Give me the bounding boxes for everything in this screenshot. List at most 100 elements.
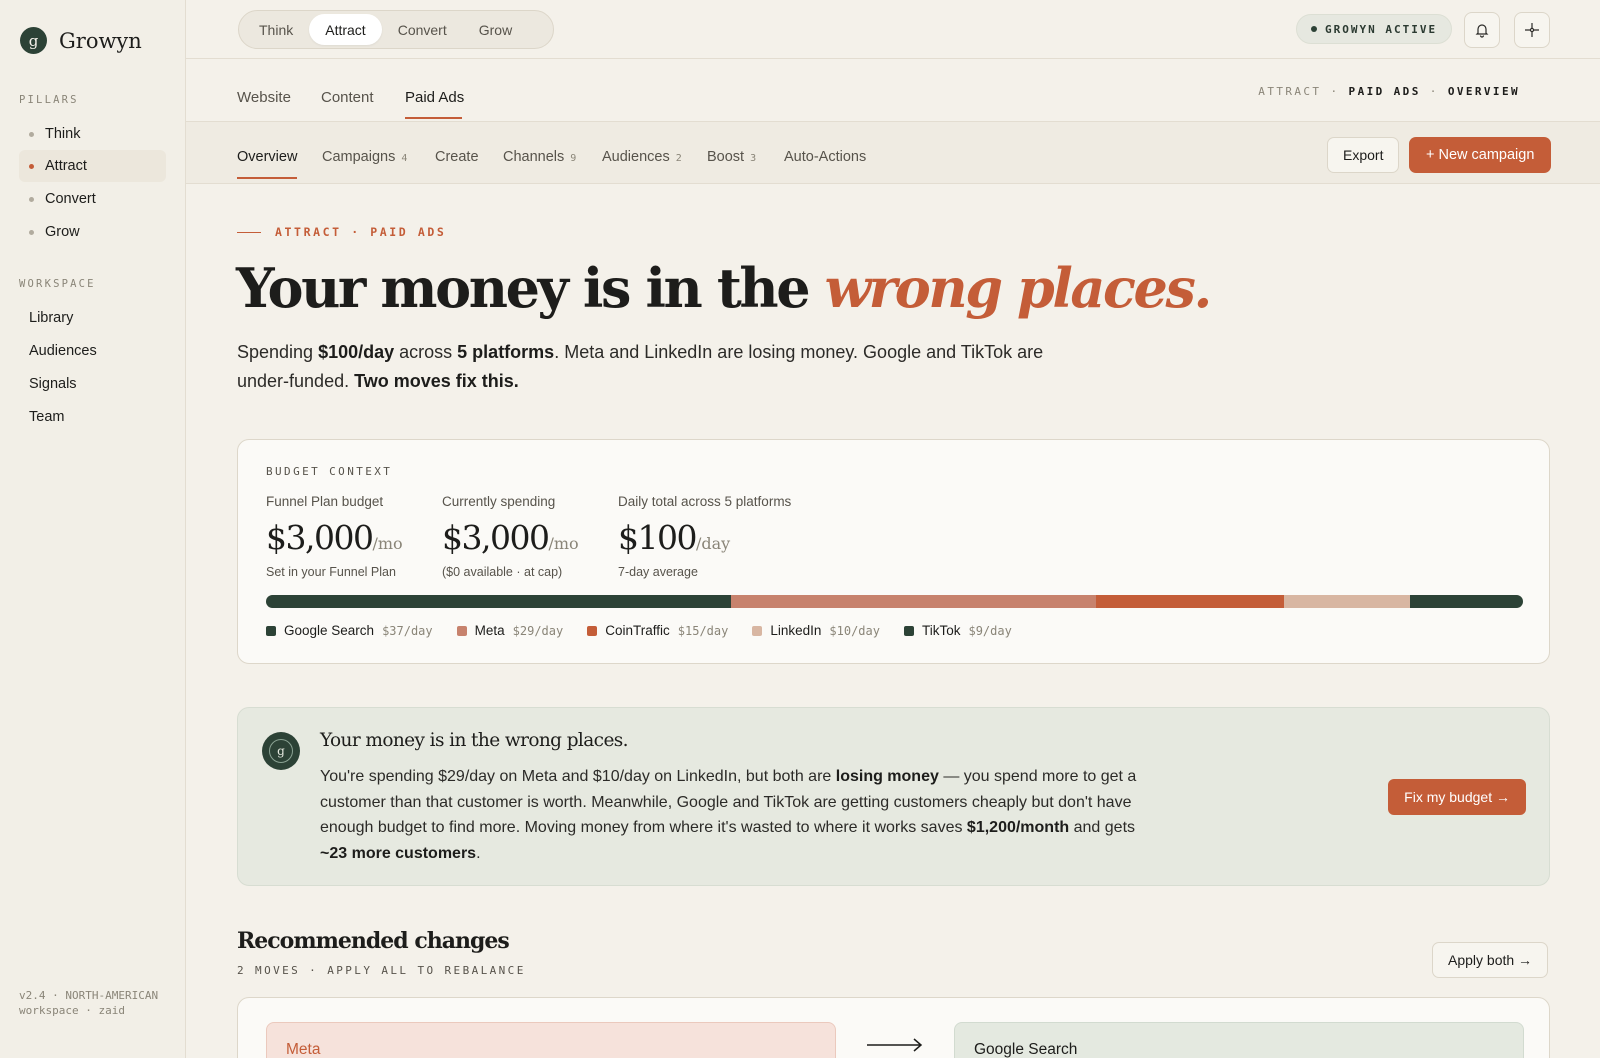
apply-both-button[interactable]: Apply both →: [1432, 942, 1549, 978]
stat-caption: Set in your Funnel Plan: [266, 565, 396, 579]
legend-amount: $10/day: [829, 623, 880, 638]
sidebar-item-attract[interactable]: Attract: [19, 150, 166, 182]
status-dot-icon: [1311, 26, 1317, 32]
status-badge: GROWYN ACTIVE: [1296, 14, 1453, 44]
stat-label: Daily total across 5 platforms: [618, 494, 792, 509]
bullet-icon: [29, 131, 34, 137]
tab-website[interactable]: Website: [237, 89, 291, 106]
tab-paid-ads[interactable]: Paid Ads: [405, 89, 464, 106]
legend-google-search: Google Search $37/day: [266, 623, 433, 638]
assistant-button[interactable]: [1514, 12, 1550, 48]
legend-linkedin: LinkedIn $10/day: [752, 623, 880, 638]
insight-text: .: [476, 844, 481, 862]
bar-segment-cointraffic: [1095, 595, 1285, 608]
stat-value: $100/day: [618, 518, 791, 557]
stat-label: Funnel Plan budget: [266, 494, 384, 509]
legend-name: TikTok: [921, 623, 961, 638]
sidebar-item-library[interactable]: Library: [19, 302, 166, 334]
headline-accent: wrong places.: [824, 256, 1213, 320]
tab-label: Campaigns: [322, 149, 396, 165]
legend-meta: Meta $29/day: [456, 623, 563, 638]
breadcrumb-attract[interactable]: ATTRACT: [1258, 85, 1321, 98]
arrow-right-icon: [867, 1038, 923, 1052]
bell-icon: [1475, 24, 1489, 38]
sidebar-item-audiences[interactable]: Audiences: [19, 335, 166, 367]
tab-auto-actions[interactable]: Auto-Actions: [784, 149, 866, 165]
tab-campaigns[interactable]: Campaigns 4: [322, 149, 407, 165]
page-title: Your money is in the wrong places.: [236, 256, 1213, 320]
sidebar-item-think[interactable]: Think: [19, 118, 166, 150]
sidebar-item-signals[interactable]: Signals: [19, 368, 166, 400]
sidebar-item-label: Attract: [45, 158, 87, 174]
segment-attract[interactable]: Attract: [309, 14, 382, 45]
stat-amount: $3,000: [266, 518, 374, 557]
active-subtab-indicator: [237, 177, 297, 179]
section-tabs: Website Content Paid Ads ATTRACT · PAID …: [186, 59, 1600, 122]
page-eyebrow: ATTRACT · PAID ADS: [237, 225, 446, 239]
summary-conclusion: Two moves fix this.: [354, 371, 519, 391]
pillars-section-label: PILLARS: [19, 94, 79, 106]
insight-savings: $1,200/month: [966, 819, 1070, 836]
brand-name: Growyn: [59, 28, 142, 53]
recommended-title: Recommended changes: [237, 928, 510, 954]
legend-swatch: [266, 625, 276, 636]
legend-amount: $9/day: [968, 623, 1012, 638]
sidebar-item-team[interactable]: Team: [19, 401, 166, 433]
breadcrumb-paid-ads[interactable]: PAID ADS: [1349, 85, 1421, 98]
summary-text: across: [394, 342, 458, 362]
tab-label: Audiences: [602, 149, 670, 165]
stat-unit: /day: [695, 534, 731, 553]
stat-label: Currently spending: [442, 494, 556, 509]
insight-text: You're spending $29/day on Meta and $10/…: [320, 768, 836, 785]
stat-current-spend: Currently spending $3,000/mo ($0 availab…: [442, 494, 579, 579]
move-source[interactable]: Meta: [266, 1022, 836, 1058]
tab-content[interactable]: Content: [321, 89, 374, 106]
legend-amount: $15/day: [677, 623, 729, 638]
sidebar-item-convert[interactable]: Convert: [19, 183, 166, 215]
segment-think[interactable]: Think: [243, 14, 309, 45]
budget-legend: Google Search $37/day Meta $29/day CoinTra…: [266, 623, 1012, 638]
bullet-icon: [29, 196, 34, 202]
fix-budget-button[interactable]: Fix my budget →: [1388, 779, 1526, 815]
brand-logo-icon: g: [269, 739, 293, 763]
legend-amount: $37/day: [382, 623, 433, 638]
breadcrumb-overview: OVERVIEW: [1447, 85, 1520, 98]
pillar-switcher: Think Attract Convert Grow: [238, 10, 554, 49]
stat-unit: /mo: [548, 534, 579, 553]
new-campaign-button[interactable]: + New campaign: [1409, 137, 1552, 173]
eyebrow-rule: [237, 231, 261, 233]
tab-create[interactable]: Create: [435, 149, 479, 165]
segment-grow[interactable]: Grow: [463, 14, 528, 45]
bar-segment-meta: [731, 595, 1096, 608]
recommendation-card: Meta Google Search: [237, 997, 1550, 1058]
tab-count: 2: [675, 153, 682, 164]
segment-convert[interactable]: Convert: [382, 14, 463, 45]
stat-funnel-budget: Funnel Plan budget $3,000/mo Set in your…: [266, 494, 403, 579]
legend-name: LinkedIn: [770, 623, 822, 638]
sidebar-item-grow[interactable]: Grow: [19, 216, 166, 248]
eyebrow-text: ATTRACT · PAID ADS: [275, 225, 447, 239]
status-text: GROWYN ACTIVE: [1325, 22, 1438, 36]
sidebar-item-label: Think: [45, 126, 81, 142]
tab-label: Create: [435, 149, 479, 165]
export-button[interactable]: Export: [1327, 137, 1400, 173]
stat-caption: 7-day average: [618, 565, 698, 579]
brand[interactable]: g Growyn: [20, 27, 142, 54]
tab-overview[interactable]: Overview: [237, 149, 297, 165]
move-target-label: Google Search: [974, 1041, 1078, 1058]
legend-name: Google Search: [284, 623, 375, 638]
insight-customers: ~23 more customers: [320, 844, 477, 862]
notifications-button[interactable]: [1464, 12, 1500, 48]
insight-body: You're spending $29/day on Meta and $10/…: [320, 764, 1155, 866]
tab-channels[interactable]: Channels 9: [503, 149, 576, 165]
bar-segment-linkedin: [1284, 595, 1410, 608]
bar-segment-google-search: [266, 595, 732, 608]
tab-audiences[interactable]: Audiences 2: [602, 149, 682, 165]
insight-card: g Your money is in the wrong places. You…: [237, 707, 1550, 886]
tab-boost[interactable]: Boost 3: [707, 149, 756, 165]
tab-label: Overview: [237, 149, 298, 165]
stat-daily-total: Daily total across 5 platforms $100/day …: [618, 494, 791, 579]
move-target[interactable]: Google Search: [954, 1022, 1524, 1058]
top-bar: Think Attract Convert Grow GROWYN ACTIVE: [186, 0, 1600, 59]
legend-name: Meta: [474, 623, 505, 638]
